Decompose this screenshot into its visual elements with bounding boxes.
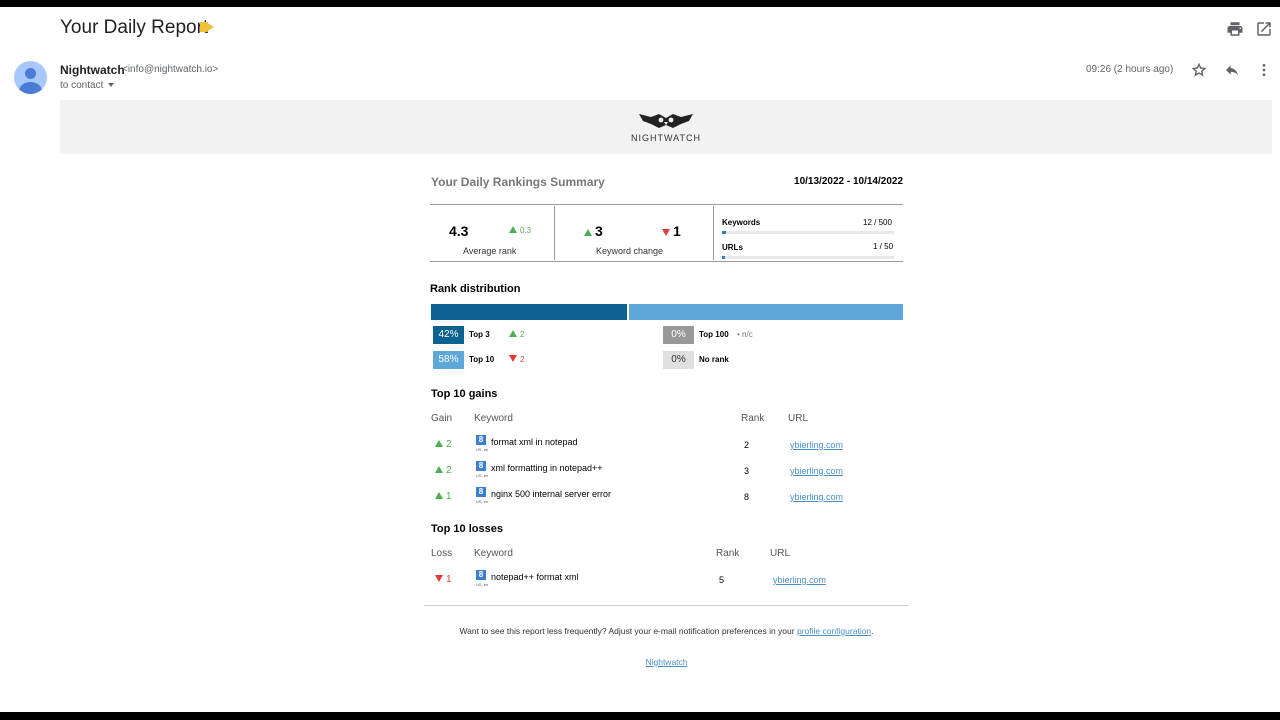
divider bbox=[424, 605, 908, 606]
distribution-pct-norank: 0% bbox=[663, 351, 694, 369]
keyword-change-up: 3 bbox=[584, 223, 603, 239]
reply-icon[interactable] bbox=[1224, 62, 1240, 78]
email-datetime: 09:26 (2 hours ago) bbox=[1086, 64, 1174, 75]
gain-keyword: nginx 500 internal server error bbox=[491, 489, 612, 499]
avg-rank-value: 4.3 bbox=[449, 223, 469, 239]
loss-keyword: notepad++ format xml bbox=[491, 572, 579, 582]
keyword-locale: US, en bbox=[476, 447, 489, 452]
distribution-label-norank: No rank bbox=[699, 355, 729, 364]
distribution-pct-top100: 0% bbox=[663, 326, 694, 344]
gain-change: 2 bbox=[435, 439, 452, 450]
distribution-title: Rank distribution bbox=[430, 283, 521, 295]
avg-rank-change: 0.3 bbox=[509, 226, 531, 235]
distribution-pct-top10: 58% bbox=[433, 351, 464, 369]
avg-rank-caption: Average rank bbox=[463, 246, 517, 256]
print-icon[interactable] bbox=[1226, 20, 1244, 38]
keyword-locale: US, en bbox=[476, 473, 489, 478]
keyword-locale: US, en bbox=[476, 582, 489, 587]
profile-configuration-link[interactable]: profile configuration bbox=[797, 626, 871, 636]
distribution-label-top3: Top 3 bbox=[469, 330, 490, 339]
summary-date-range: 10/13/2022 - 10/14/2022 bbox=[794, 176, 903, 187]
distribution-pct-top3: 42% bbox=[433, 326, 464, 344]
sender-email: <info@nightwatch.io> bbox=[122, 64, 219, 75]
distribution-change-top100: • n/c bbox=[737, 330, 753, 339]
losses-title: Top 10 losses bbox=[431, 523, 503, 535]
losses-header-keyword: Keyword bbox=[474, 548, 513, 559]
loss-change: 1 bbox=[435, 574, 452, 585]
gain-rank: 2 bbox=[744, 440, 750, 450]
gain-url-link[interactable]: ybierling.com bbox=[790, 466, 843, 476]
gain-keyword: xml formatting in notepad++ bbox=[491, 463, 603, 473]
arrow-down-icon bbox=[662, 229, 670, 236]
divider bbox=[430, 204, 903, 205]
distribution-label-top100: Top 100 bbox=[699, 330, 729, 339]
rank-distribution-bar bbox=[431, 304, 903, 320]
email-subject: Your Daily Report bbox=[60, 17, 209, 38]
summary-title: Your Daily Rankings Summary bbox=[431, 175, 605, 189]
urls-value: 1 / 50 bbox=[873, 242, 894, 251]
losses-header-url: URL bbox=[770, 548, 791, 559]
open-in-new-icon[interactable] bbox=[1255, 20, 1273, 38]
gains-header-rank: Rank bbox=[741, 413, 765, 424]
keyword-change-down: 1 bbox=[662, 223, 681, 239]
google-icon: 8 bbox=[476, 461, 486, 471]
avatar[interactable] bbox=[14, 61, 47, 94]
arrow-up-icon bbox=[435, 466, 443, 473]
recipient-dropdown[interactable]: to contact bbox=[60, 80, 115, 91]
distribution-change-top3: 2 bbox=[509, 330, 524, 339]
gain-url-link[interactable]: ybierling.com bbox=[790, 440, 843, 450]
loss-url-link[interactable]: ybierling.com bbox=[773, 575, 826, 585]
divider bbox=[430, 261, 903, 262]
gain-change: 1 bbox=[435, 491, 452, 502]
gains-title: Top 10 gains bbox=[431, 388, 498, 400]
important-label-icon[interactable] bbox=[200, 22, 214, 32]
arrow-up-icon bbox=[435, 492, 443, 499]
arrow-up-icon bbox=[435, 440, 443, 447]
sender-name: Nightwatch bbox=[60, 63, 125, 77]
footer-text: Want to see this report less frequently?… bbox=[459, 626, 874, 636]
gains-header-keyword: Keyword bbox=[474, 413, 513, 424]
chevron-down-icon bbox=[108, 83, 115, 88]
loss-rank: 5 bbox=[719, 575, 725, 585]
owl-logo-icon bbox=[639, 114, 693, 128]
keyword-locale: US, en bbox=[476, 499, 489, 504]
report: Your Daily Rankings Summary 10/13/2022 -… bbox=[430, 167, 903, 597]
keywords-value: 12 / 500 bbox=[863, 218, 892, 227]
gain-rank: 8 bbox=[744, 492, 750, 502]
losses-header-rank: Rank bbox=[716, 548, 740, 559]
gain-url-link[interactable]: ybierling.com bbox=[790, 492, 843, 502]
keyword-change-caption: Keyword change bbox=[596, 246, 664, 256]
gain-rank: 3 bbox=[744, 466, 750, 476]
email-view: Your Daily Report Nightwatch <info@night… bbox=[0, 7, 1280, 712]
distribution-segment-top10 bbox=[629, 304, 903, 320]
arrow-up-icon bbox=[509, 330, 517, 337]
email-banner: NIGHTWATCH bbox=[60, 100, 1272, 154]
losses-header-loss: Loss bbox=[431, 548, 453, 559]
more-vert-icon[interactable] bbox=[1256, 62, 1272, 78]
urls-label: URLs bbox=[722, 243, 743, 252]
divider bbox=[713, 206, 714, 260]
urls-usage-bar bbox=[722, 256, 894, 259]
star-icon[interactable] bbox=[1191, 62, 1207, 78]
google-icon: 8 bbox=[476, 435, 486, 445]
arrow-up-icon bbox=[509, 226, 517, 233]
google-icon: 8 bbox=[476, 487, 486, 497]
recipient-label: to contact bbox=[60, 80, 104, 91]
google-icon: 8 bbox=[476, 570, 486, 580]
gains-header-gain: Gain bbox=[431, 413, 453, 424]
gain-change: 2 bbox=[435, 465, 452, 476]
keywords-label: Keywords bbox=[722, 218, 761, 227]
distribution-label-top10: Top 10 bbox=[469, 355, 495, 364]
distribution-change-top10: 2 bbox=[509, 355, 524, 364]
arrow-down-icon bbox=[509, 355, 517, 362]
nightwatch-link[interactable]: Nightwatch bbox=[430, 657, 903, 667]
arrow-up-icon bbox=[584, 229, 592, 236]
gains-header-url: URL bbox=[788, 413, 809, 424]
keywords-usage-bar bbox=[722, 231, 894, 234]
divider bbox=[554, 206, 555, 260]
distribution-segment-top3 bbox=[431, 304, 627, 320]
logo-text: NIGHTWATCH bbox=[631, 133, 701, 143]
gain-keyword: format xml in notepad bbox=[491, 437, 578, 447]
arrow-down-icon bbox=[435, 575, 443, 582]
